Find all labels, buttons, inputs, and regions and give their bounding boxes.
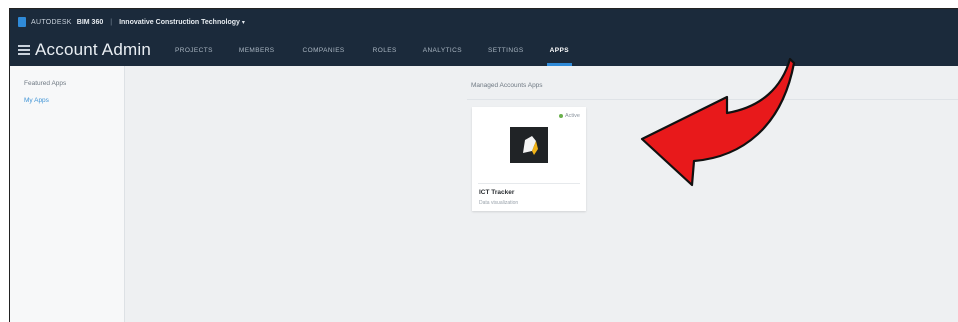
app-logo-icon: [510, 127, 548, 163]
page-title: Account Admin: [35, 40, 151, 59]
autodesk-logo-icon: [18, 17, 26, 27]
app-name: ICT Tracker: [479, 189, 515, 196]
app-window: AUTODESK BIM 360 | Innovative Constructi…: [9, 8, 958, 322]
status-label: Active: [565, 113, 580, 119]
account-selector[interactable]: Innovative Construction Technology ▾: [119, 19, 245, 26]
brand-product: BIM 360: [76, 18, 104, 26]
brand-row: AUTODESK BIM 360 | Innovative Constructi…: [18, 15, 245, 29]
app-category: Data visualization: [479, 200, 519, 206]
tab-settings[interactable]: SETTINGS: [488, 46, 524, 66]
sidebar-heading: Featured Apps: [24, 80, 67, 87]
section-title: Managed Accounts Apps: [471, 82, 543, 89]
tab-analytics[interactable]: ANALYTICS: [423, 46, 462, 66]
top-bar: AUTODESK BIM 360 | Innovative Constructi…: [10, 9, 958, 66]
status-badge: Active: [559, 113, 580, 119]
sidebar: Featured Apps My Apps: [10, 66, 125, 322]
brand-separator: |: [110, 18, 113, 26]
tab-companies[interactable]: COMPANIES: [303, 46, 345, 66]
card-divider: [478, 183, 580, 184]
main-nav: PROJECTS MEMBERS COMPANIES ROLES ANALYTI…: [175, 46, 573, 66]
tab-projects[interactable]: PROJECTS: [175, 46, 213, 66]
tab-members[interactable]: MEMBERS: [239, 46, 275, 66]
title-row: Account Admin: [18, 37, 151, 63]
menu-icon[interactable]: [18, 45, 30, 55]
app-card[interactable]: Active ICT Tracker Data visualization: [472, 107, 586, 211]
brand-name: AUTODESK: [31, 18, 72, 26]
status-dot-icon: [559, 114, 564, 118]
red-arrow-annotation: [640, 57, 796, 187]
account-name: Innovative Construction Technology: [119, 18, 240, 26]
tab-apps[interactable]: APPS: [546, 46, 573, 66]
chevron-down-icon: ▾: [241, 19, 245, 26]
sidebar-item-my-apps[interactable]: My Apps: [24, 97, 49, 104]
tab-roles[interactable]: ROLES: [373, 46, 397, 66]
